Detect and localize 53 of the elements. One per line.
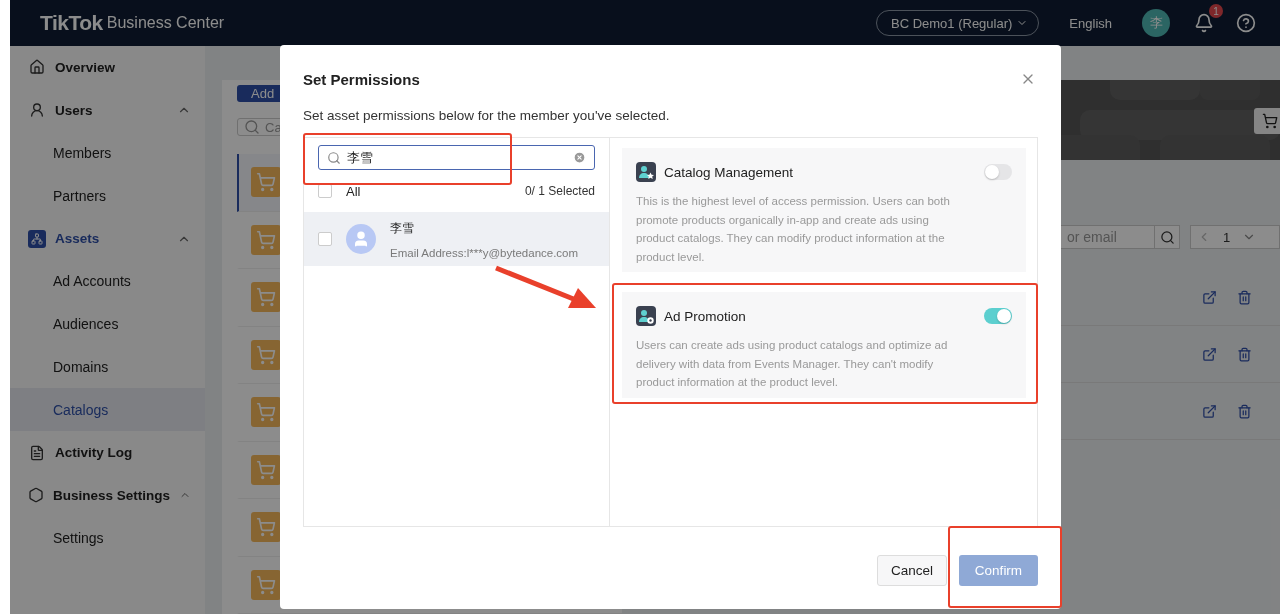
cancel-button[interactable]: Cancel <box>877 555 947 586</box>
dialog-subtitle: Set asset permissions below for the member you've selected. <box>303 108 671 123</box>
clear-icon[interactable] <box>573 151 586 164</box>
page-selector[interactable]: 1 <box>1190 225 1280 249</box>
sidebar-item[interactable]: Users <box>10 88 205 132</box>
bell-icon[interactable] <box>1194 13 1214 33</box>
external-link-icon[interactable] <box>1202 346 1217 362</box>
checkbox[interactable] <box>318 232 332 246</box>
trash-icon[interactable] <box>1237 346 1252 362</box>
person-gear-icon <box>636 306 656 326</box>
external-link-icon[interactable] <box>1202 289 1217 305</box>
select-all-label: All <box>346 183 361 199</box>
sidebar-item[interactable]: Settings <box>10 516 205 560</box>
toggle-switch[interactable] <box>984 164 1012 180</box>
sidebar-section-icon <box>28 487 44 504</box>
sidebar-item[interactable]: Activity Log <box>10 431 205 474</box>
dialog-title: Set Permissions <box>303 71 420 88</box>
language-selector[interactable]: English <box>1069 15 1112 31</box>
permission-title: Catalog Management <box>664 164 795 180</box>
cart-button[interactable] <box>1254 108 1280 134</box>
toggle-switch[interactable] <box>984 308 1012 324</box>
sidebar-section-icon <box>29 59 45 76</box>
user-avatar-icon <box>346 224 376 254</box>
sidebar-section-icon <box>29 102 45 119</box>
permission-description: Users can create ads using product catalogs and optimize ad delivery with data from Events Manager. They can't modify product information at the product level. <box>636 338 949 390</box>
search-icon <box>327 151 341 165</box>
permission-description: This is the highest level of access permission. Users can both promote products organically in-app and create ads using product catalogs. They can modify product information at the product level. <box>636 194 951 265</box>
sidebar-section-icon <box>29 444 45 461</box>
logo-subtitle: Business Center <box>106 14 225 32</box>
member-search-field[interactable]: 李雪 <box>318 145 595 170</box>
sidebar-item[interactable]: Catalogs <box>10 388 205 432</box>
member-email: Email Address:l***y@bytedance.com <box>390 246 579 259</box>
selected-count: 0/ 1 Selected <box>524 184 595 198</box>
trash-icon[interactable] <box>1237 289 1252 305</box>
sidebar-item[interactable]: Business Settings <box>10 473 205 517</box>
logo[interactable]: TikTok <box>40 11 103 35</box>
external-link-icon[interactable] <box>1202 403 1217 419</box>
notification-badge: 1 <box>1209 4 1223 18</box>
permission-title: Ad Promotion <box>664 308 747 324</box>
search-icon <box>244 119 260 135</box>
sidebar-item[interactable]: Domains <box>10 345 205 389</box>
search-icon <box>1159 229 1175 245</box>
sidebar-item[interactable]: Overview <box>10 46 205 89</box>
sidebar-item[interactable]: Assets <box>10 217 205 260</box>
sidebar-item[interactable]: Members <box>10 131 205 175</box>
sidebar-section-icon <box>31 232 43 245</box>
member-row[interactable]: 李雪 Email Address:l***y@bytedance.com <box>304 212 609 266</box>
sidebar-item[interactable]: Ad Accounts <box>10 260 205 303</box>
sidebar-item[interactable]: Audiences <box>10 302 205 346</box>
sidebar-item[interactable]: Partners <box>10 174 205 218</box>
member-name: 李雪 <box>390 219 415 237</box>
trash-icon[interactable] <box>1237 403 1252 419</box>
help-icon[interactable] <box>1236 13 1256 33</box>
